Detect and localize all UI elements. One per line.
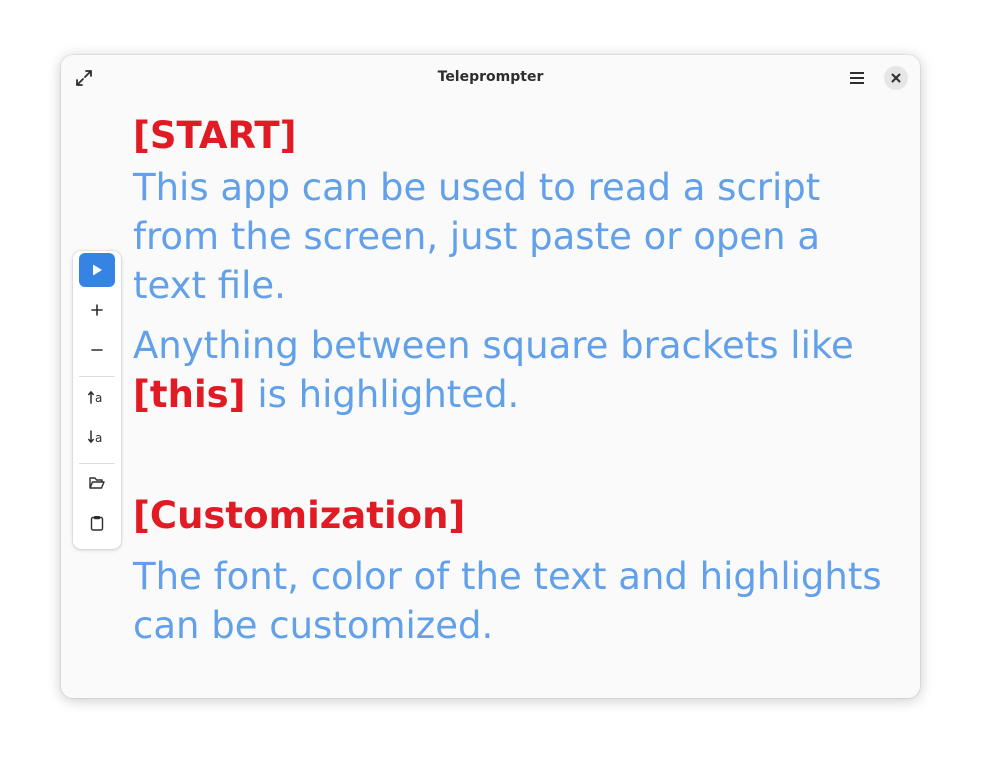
script-paragraph: This app can be used to read a script fr… — [133, 166, 821, 307]
script-heading-customization: [Customization] — [133, 494, 466, 537]
script-paragraph: The font, color of the text and highligh… — [133, 555, 882, 647]
side-toolbar: a a — [73, 251, 121, 549]
window-title: Teleprompter — [437, 69, 544, 85]
plus-icon — [91, 304, 103, 316]
hamburger-icon — [850, 72, 864, 84]
font-size-down-icon: a — [88, 430, 102, 444]
minus-icon — [91, 349, 103, 351]
decrease-font-button[interactable]: a — [79, 419, 115, 453]
script-text: Anything between square brackets like — [133, 324, 854, 367]
close-icon — [891, 73, 901, 83]
play-icon — [93, 264, 102, 276]
font-size-up-icon: a — [88, 391, 102, 404]
svg-text:a: a — [95, 391, 102, 404]
header-bar: Teleprompter — [61, 55, 920, 101]
open-folder-icon — [89, 477, 105, 489]
main-menu-button[interactable] — [841, 65, 873, 91]
clipboard-icon — [90, 516, 104, 531]
speed-down-button[interactable] — [79, 333, 115, 367]
script-text: is highlighted. — [245, 373, 520, 416]
toolbar-separator — [79, 463, 115, 464]
open-file-button[interactable] — [79, 466, 115, 500]
speed-up-button[interactable] — [79, 293, 115, 327]
increase-font-button[interactable]: a — [79, 379, 115, 413]
script-heading-start: [START] — [133, 114, 297, 157]
script-paragraph: Anything between square brackets like [t… — [133, 321, 903, 419]
teleprompter-window: Teleprompter a a [START] This app can be… — [61, 55, 920, 698]
script-highlight: [this] — [133, 373, 246, 416]
paste-button[interactable] — [79, 506, 115, 540]
script-text-view[interactable]: [START] This app can be used to read a s… — [133, 107, 903, 650]
toolbar-separator — [79, 376, 115, 377]
close-button[interactable] — [884, 66, 908, 90]
play-button[interactable] — [79, 253, 115, 287]
svg-text:a: a — [95, 431, 102, 444]
